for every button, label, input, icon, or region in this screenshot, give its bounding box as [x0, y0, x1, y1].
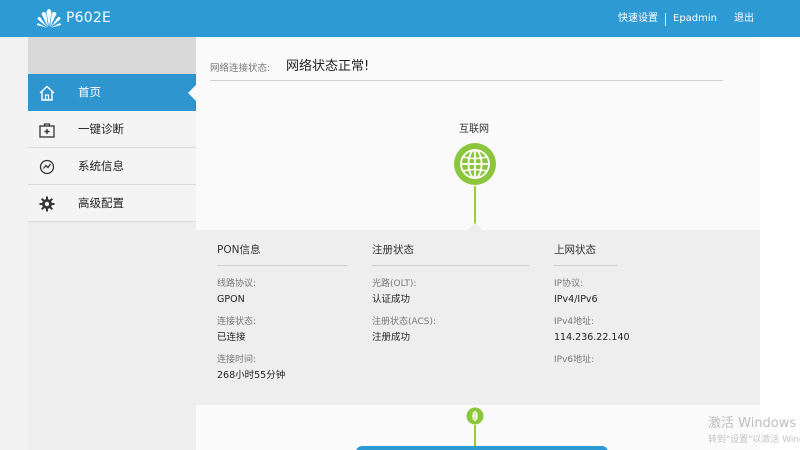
field-value: IPv4/IPv6 — [554, 294, 598, 305]
top-bar: P602E 快速设置 Epadmin 退出 — [0, 0, 800, 37]
field-ipv4-address: IPv4地址: 114.236.22.140 — [554, 316, 674, 344]
gear-icon — [39, 196, 55, 212]
status-info-band: PON信息 线路协议: GPON 连接状态: 已连接 连接时间: 268小时55… — [196, 223, 760, 405]
right-margin — [760, 37, 800, 450]
logout-link[interactable]: 退出 — [734, 12, 754, 26]
field-key: 光路(OLT): — [372, 279, 417, 289]
uplink-title: 上网状态 — [554, 244, 596, 256]
field-acs-registration: 注册状态(ACS): 注册成功 — [372, 316, 529, 344]
uplink-section: 上网状态 IP协议: IPv4/IPv6 IPv4地址: 114.236.22.… — [554, 243, 630, 369]
field-key: 连接状态: — [217, 317, 257, 327]
connection-status-row: 网络连接状态: 网络状态正常! — [210, 56, 723, 81]
user-account-link[interactable]: Epadmin — [673, 12, 717, 26]
field-line-protocol: 线路协议: GPON — [217, 278, 347, 306]
sidebar-item-advanced-config[interactable]: 高级配置 — [28, 185, 196, 222]
nav-divider — [665, 12, 666, 26]
field-key: 注册状态(ACS): — [372, 317, 437, 327]
pon-info-title: PON信息 — [217, 244, 261, 256]
sidebar-item-label: 系统信息 — [78, 159, 124, 173]
field-ipv6-address: IPv6地址: — [554, 354, 674, 366]
huawei-logo-icon — [36, 9, 62, 28]
field-value: 认证成功 — [372, 294, 411, 305]
field-connection-time: 连接时间: 268小时55分钟 — [217, 354, 347, 382]
sidebar-item-home[interactable]: 首页 — [28, 74, 197, 111]
globe-icon[interactable] — [453, 142, 497, 186]
field-key: IPv6地址: — [554, 355, 595, 365]
home-icon — [39, 85, 55, 101]
sidebar-spacer — [28, 37, 196, 74]
field-key: IP协议: — [554, 279, 584, 289]
gauge-icon — [39, 159, 55, 175]
device-model: P602E — [66, 10, 112, 26]
field-value: 268小时55分钟 — [217, 370, 286, 381]
sidebar-item-system-info[interactable]: 系统信息 — [28, 148, 196, 185]
quick-setup-link[interactable]: 快速设置 — [618, 12, 658, 26]
field-key: IPv4地址: — [554, 317, 595, 327]
windows-activation-watermark: 激活 Windows — [708, 416, 797, 431]
field-connection-state: 连接状态: 已连接 — [217, 316, 347, 344]
top-nav: 快速设置 Epadmin 退出 — [618, 12, 754, 26]
field-key: 连接时间: — [217, 355, 257, 365]
field-olt-auth: 光路(OLT): 认证成功 — [372, 278, 529, 306]
field-value: GPON — [217, 294, 245, 305]
first-aid-icon — [39, 123, 55, 138]
device-button[interactable] — [356, 446, 608, 450]
registration-section: 注册状态 光路(OLT): 认证成功 注册状态(ACS): 注册成功 — [372, 243, 529, 344]
sidebar: 首页 一键诊断 系统信息 高级配置 — [28, 37, 197, 450]
pon-info-section: PON信息 线路协议: GPON 连接状态: 已连接 连接时间: 268小时55… — [217, 243, 347, 382]
main-panel: 网络连接状态: 网络状态正常! 互联网 PON信息 线路协议: GPON 连接状… — [196, 37, 760, 450]
sidebar-item-diagnose[interactable]: 一键诊断 — [28, 111, 196, 148]
sidebar-item-label: 首页 — [78, 85, 101, 99]
internet-label: 互联网 — [459, 124, 489, 135]
field-key: 线路协议: — [217, 279, 257, 289]
sidebar-item-label: 一键诊断 — [78, 122, 124, 136]
field-value: 114.236.22.140 — [554, 332, 630, 343]
sidebar-item-label: 高级配置 — [78, 196, 124, 210]
leaf-icon — [466, 407, 484, 425]
connection-status-label: 网络连接状态: — [210, 63, 271, 74]
field-value: 注册成功 — [372, 332, 411, 343]
field-value: 已连接 — [217, 332, 246, 343]
windows-activation-hint: 转到"设置"以激活 Windows。 — [708, 435, 800, 445]
registration-title: 注册状态 — [372, 244, 414, 256]
device-area — [196, 405, 760, 450]
field-ip-protocol: IP协议: IPv4/IPv6 — [554, 278, 674, 306]
connection-status-value: 网络状态正常! — [286, 59, 370, 74]
